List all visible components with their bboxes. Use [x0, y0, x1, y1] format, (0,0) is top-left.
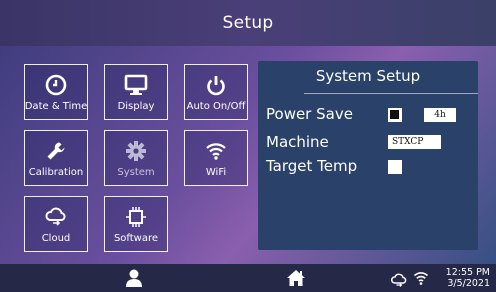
machine-field[interactable]: STXCP [388, 135, 441, 149]
wifi-icon [205, 139, 227, 163]
tile-label: System [117, 167, 155, 178]
tile-label: Cloud [41, 233, 71, 244]
cloud-sync-icon[interactable] [390, 272, 408, 287]
system-setup-panel: System Setup Power Save 4h Machine STXCP… [258, 61, 478, 250]
tile-label: Software [113, 233, 159, 244]
tile-calibration[interactable]: Calibration [24, 130, 88, 186]
power-icon [205, 73, 227, 97]
target-temp-label: Target Temp [266, 157, 358, 175]
chip-icon [125, 205, 147, 229]
power-save-hours-field[interactable]: 4h [424, 108, 456, 122]
gear-icon [125, 139, 147, 163]
power-save-label: Power Save [266, 105, 353, 123]
monitor-icon [124, 73, 148, 97]
header-bar: Setup [0, 0, 496, 46]
wifi-icon[interactable] [413, 270, 429, 286]
tile-system[interactable]: System [104, 130, 168, 186]
tile-label: Display [117, 101, 155, 112]
tile-date-time[interactable]: Date & Time [24, 64, 88, 120]
tile-label: Calibration [28, 167, 84, 178]
page-title: Setup [222, 13, 274, 33]
cloud-sync-icon [44, 205, 68, 229]
clock-icon [45, 73, 67, 97]
footer-bar: 12:55 PM 3/5/2021 [0, 264, 496, 292]
panel-title: System Setup [315, 67, 421, 85]
tile-label: Date & Time [24, 101, 88, 112]
clock-time: 12:55 PM [445, 267, 490, 278]
clock-date: 3/5/2021 [447, 278, 490, 289]
power-save-checkbox[interactable] [388, 108, 402, 122]
tile-software[interactable]: Software [104, 196, 168, 252]
machine-label: Machine [266, 133, 329, 151]
wrench-icon [45, 139, 67, 163]
tile-label: Auto On/Off [186, 101, 246, 112]
tile-display[interactable]: Display [104, 64, 168, 120]
tile-label: WiFi [205, 167, 227, 178]
home-icon[interactable] [286, 269, 306, 287]
settings-tiles: Date & Time Display Auto On/Off Calibrat… [24, 64, 252, 254]
tile-wifi[interactable]: WiFi [184, 130, 248, 186]
tile-auto-on-off[interactable]: Auto On/Off [184, 64, 248, 120]
target-temp-checkbox[interactable] [388, 160, 402, 174]
tile-cloud[interactable]: Cloud [24, 196, 88, 252]
clock-readout: 12:55 PM 3/5/2021 [446, 267, 490, 289]
divider [304, 93, 478, 94]
screen: Setup Date & Time Display Auto On/Off Ca… [0, 0, 496, 292]
user-icon[interactable] [124, 268, 144, 288]
